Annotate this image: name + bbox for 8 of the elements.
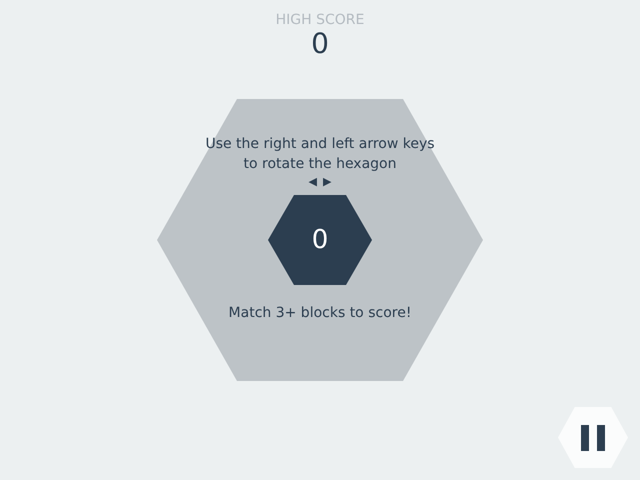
high-score-value: 0: [311, 29, 329, 59]
arrow-key-glyph: ▶: [323, 174, 332, 190]
arrow-key-glyph: ◀: [308, 174, 317, 190]
score-value: 0: [310, 224, 330, 256]
instructions-text: Use the right and left arrow keys to rotate the hexagon: [204, 135, 436, 174]
high-score-label: HIGH SCORE: [276, 11, 364, 29]
hint-text: Match 3+ blocks to score!: [228, 304, 412, 322]
pause-icon: [581, 424, 605, 450]
